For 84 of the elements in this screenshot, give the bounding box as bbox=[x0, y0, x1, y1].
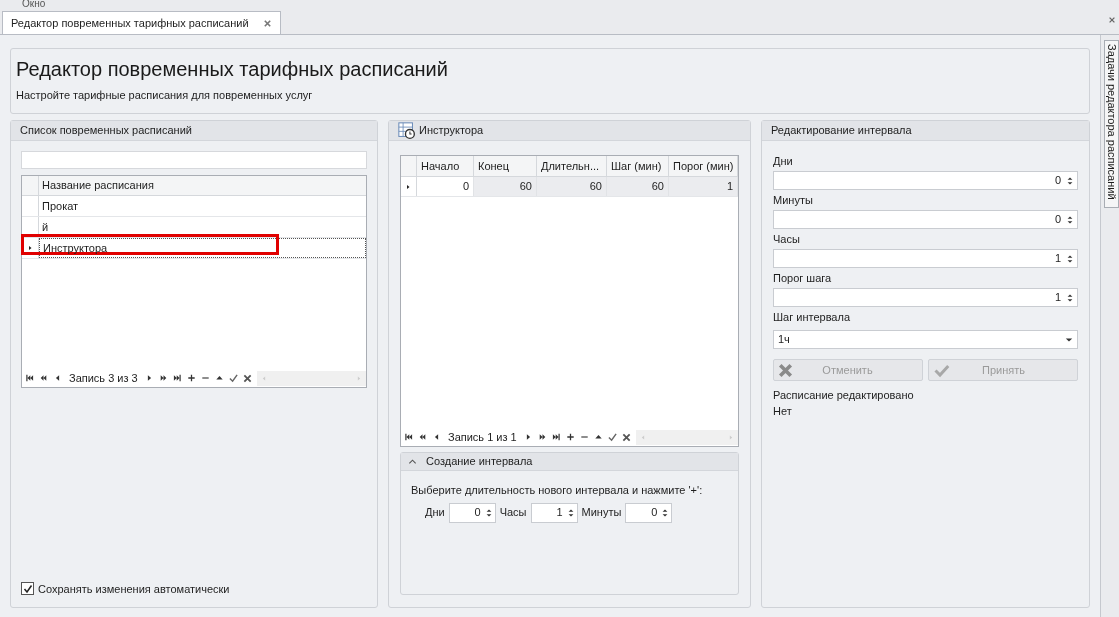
previous-record-icon[interactable] bbox=[432, 433, 441, 441]
cross-icon bbox=[778, 362, 793, 378]
spin-arrows-icon[interactable] bbox=[1066, 175, 1074, 186]
first-record-icon[interactable] bbox=[25, 374, 34, 382]
field-label: Порог шага bbox=[773, 270, 833, 286]
close-icon[interactable] bbox=[1108, 16, 1116, 24]
dropdown[interactable]: 1ч bbox=[773, 330, 1078, 349]
add-icon[interactable] bbox=[186, 374, 196, 382]
spin-arrows-icon[interactable] bbox=[1066, 292, 1074, 303]
side-tab[interactable]: Задачи редактора расписаний bbox=[1104, 40, 1119, 208]
cancel-icon[interactable] bbox=[621, 432, 631, 442]
table-cell-text: 60 bbox=[519, 179, 532, 195]
table-cell-text: 0 bbox=[462, 179, 469, 195]
field-label: Дни bbox=[425, 505, 445, 521]
page-subtitle: Настройте тарифные расписания для повременных услуг bbox=[16, 89, 314, 102]
panel-header: Редактирование интервала bbox=[762, 121, 1089, 141]
cancel-icon[interactable] bbox=[242, 373, 252, 383]
remove-icon[interactable] bbox=[200, 374, 210, 382]
field-label: Минуты bbox=[581, 505, 622, 521]
current-row-icon bbox=[406, 182, 411, 191]
check-icon bbox=[933, 362, 950, 378]
field-label: Дни bbox=[773, 153, 794, 169]
table-cell-text: 1 bbox=[726, 179, 733, 195]
panel-header: Список повременных расписаний bbox=[11, 121, 377, 141]
field-label: Часы bbox=[499, 505, 527, 521]
column-header[interactable]: Длительн... bbox=[537, 156, 607, 176]
spin-field[interactable]: 1 bbox=[773, 249, 1078, 268]
spin-arrows-icon[interactable] bbox=[484, 507, 493, 518]
spin-arrows-icon[interactable] bbox=[1066, 214, 1074, 225]
last-record-icon[interactable] bbox=[172, 374, 182, 382]
spin-field[interactable]: 0 bbox=[448, 502, 496, 523]
table-cell-text: 60 bbox=[651, 179, 664, 195]
status-value: Нет bbox=[773, 404, 793, 419]
current-row-icon bbox=[27, 244, 33, 252]
column-header[interactable]: Начало bbox=[417, 156, 474, 176]
previous-record-icon[interactable] bbox=[53, 374, 62, 382]
spin-arrows-icon[interactable] bbox=[1066, 253, 1074, 264]
previous-page-icon[interactable] bbox=[418, 433, 427, 441]
column-header[interactable]: Порог (мин) bbox=[669, 156, 738, 176]
remove-icon[interactable] bbox=[579, 433, 589, 441]
field-label: Минуты bbox=[773, 192, 814, 208]
record-counter: Запись 3 из 3 bbox=[69, 370, 138, 386]
table-row[interactable]: й bbox=[22, 217, 366, 238]
last-record-icon[interactable] bbox=[551, 433, 561, 441]
field-label: Шаг интервала bbox=[773, 309, 851, 325]
checkbox-label: Сохранять изменения автоматически bbox=[38, 581, 230, 597]
table-cell-text: й bbox=[41, 219, 50, 235]
hint-text: Выберите длительность нового интервала и нажмите '+': bbox=[411, 483, 704, 498]
table-cell-text: Прокат bbox=[41, 198, 80, 214]
field-label: Часы bbox=[773, 231, 801, 247]
dropdown-arrow-icon[interactable] bbox=[1065, 335, 1073, 344]
menu-item[interactable]: Окно bbox=[22, 0, 46, 8]
column-header[interactable]: Шаг (мин) bbox=[607, 156, 669, 176]
table-cell-text: Инструктора bbox=[42, 240, 109, 256]
status-label: Расписание редактировано bbox=[773, 388, 915, 403]
check-icon[interactable] bbox=[607, 432, 617, 442]
schedule-clock-icon bbox=[398, 122, 415, 139]
panel-header: Инструктора bbox=[389, 121, 750, 141]
selected-row[interactable]: 0 60 60 60 1 bbox=[401, 177, 738, 197]
page-title: Редактор повременных тарифных расписаний bbox=[16, 57, 449, 81]
spin-field[interactable]: 1 bbox=[530, 502, 578, 523]
spin-field[interactable]: 0 bbox=[625, 502, 673, 523]
table-cell-text: 60 bbox=[589, 179, 602, 195]
search-field[interactable] bbox=[21, 151, 367, 169]
document-tab[interactable]: Редактор повременных тарифных расписаний bbox=[2, 11, 281, 34]
checkmark-icon bbox=[22, 583, 33, 594]
previous-page-icon[interactable] bbox=[39, 374, 48, 382]
record-counter: Запись 1 из 1 bbox=[448, 429, 517, 445]
close-icon[interactable] bbox=[262, 18, 272, 28]
add-icon[interactable] bbox=[565, 433, 575, 441]
checkbox[interactable] bbox=[21, 582, 34, 596]
next-page-icon[interactable] bbox=[158, 374, 168, 382]
next-page-icon[interactable] bbox=[537, 433, 547, 441]
collapse-icon[interactable] bbox=[408, 457, 417, 466]
column-header[interactable]: Конец bbox=[474, 156, 537, 176]
table-row[interactable]: Прокат bbox=[22, 196, 366, 217]
spin-field[interactable]: 0 bbox=[773, 210, 1078, 229]
spin-arrows-icon[interactable] bbox=[566, 507, 575, 518]
spin-field[interactable]: 0 bbox=[773, 171, 1078, 190]
spin-arrows-icon[interactable] bbox=[661, 507, 670, 518]
group-header[interactable]: Создание интервала bbox=[401, 453, 738, 471]
check-icon[interactable] bbox=[228, 373, 238, 383]
spin-field[interactable]: 1 bbox=[773, 288, 1078, 307]
first-record-icon[interactable] bbox=[404, 433, 413, 441]
